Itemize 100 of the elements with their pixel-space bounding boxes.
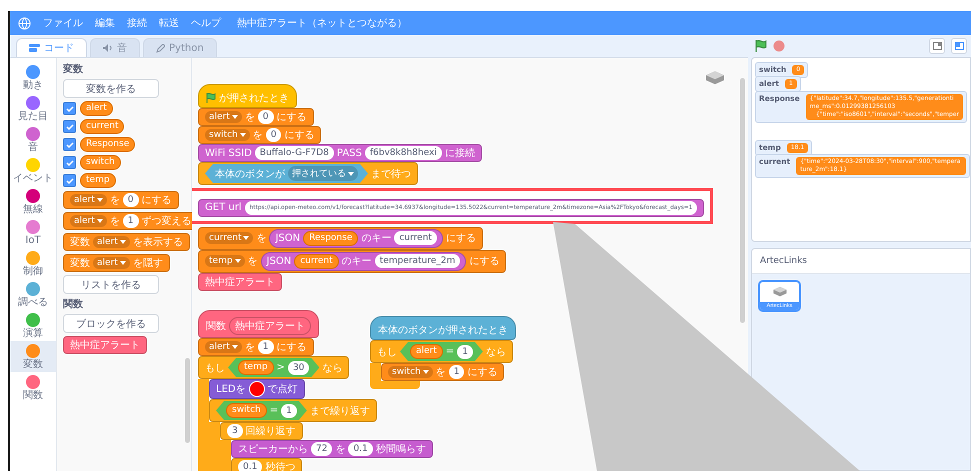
stack-block[interactable]: 本体のボタンが 押されている まで待つ	[198, 162, 418, 185]
value-input[interactable]: f6bv8k8h8hexi	[364, 146, 442, 160]
make-block-button[interactable]: ブロックを作る	[63, 314, 159, 333]
value-input[interactable]: 0	[122, 193, 139, 207]
stack-block[interactable]: temp を JSON current のキー temperature_2m にする	[198, 250, 506, 272]
block-label: 熱中症アラート	[70, 338, 140, 352]
block-label: を	[436, 366, 446, 379]
reporter-block[interactable]: JSON Response のキー current	[269, 228, 443, 248]
dropdown-menu[interactable]: alert	[93, 257, 130, 269]
stack-block[interactable]: alert を 0 にする	[63, 191, 179, 209]
condition-block[interactable]: temp > 30	[228, 358, 320, 377]
c-block[interactable]: もし temp > 30 なら	[198, 356, 350, 379]
dropdown-menu[interactable]: alert	[205, 341, 242, 353]
stack-block[interactable]: LEDを で点灯	[209, 379, 305, 399]
category-label: 演算	[23, 328, 43, 339]
condition-block[interactable]: 本体のボタンが 押されている	[205, 164, 368, 183]
scrollbar[interactable]	[740, 78, 745, 323]
block-label: もし	[377, 346, 397, 358]
checkbox[interactable]	[63, 102, 76, 115]
value-input[interactable]: 0	[258, 110, 274, 124]
value-input[interactable]: 1	[448, 365, 464, 379]
category-label: IoT	[25, 235, 41, 246]
stack-block[interactable]: 変数 alert を表示する	[63, 233, 190, 251]
define-block[interactable]: 関数 熱中症アラート	[198, 310, 319, 338]
device-icon	[772, 286, 788, 297]
value-input[interactable]: 1	[457, 344, 473, 358]
menu-item[interactable]: ファイル	[43, 16, 83, 30]
dropdown-menu[interactable]: alert	[205, 111, 242, 123]
globe-icon[interactable]	[18, 16, 31, 30]
value-input[interactable]: 72	[311, 442, 332, 456]
menu-item[interactable]: ヘルプ	[191, 16, 221, 30]
menu-item[interactable]: 編集	[95, 16, 115, 30]
category-label: 無線	[23, 204, 43, 215]
device-icon	[704, 70, 726, 86]
dropdown-menu[interactable]: switch	[205, 129, 250, 141]
block-label: WiFi SSID	[205, 148, 252, 158]
stack-block[interactable]: alert を 1 にする	[198, 338, 314, 356]
block-label: にする	[276, 111, 307, 124]
block-label: にする	[446, 232, 476, 245]
color-swatch[interactable]	[248, 381, 265, 397]
value-input[interactable]: 30	[288, 360, 310, 374]
value-input[interactable]: 0.1	[238, 460, 262, 471]
value-input[interactable]: 1	[281, 404, 297, 418]
c-block[interactable]: 3 回繰り返す	[220, 422, 303, 440]
stack-block[interactable]: alert を 0 にする	[198, 108, 314, 126]
checkmark-icon	[66, 160, 74, 166]
stack-block[interactable]: WiFi SSID Buffalo-G-F7D8 PASS f6bv8k8h8hexi に接続	[198, 144, 482, 162]
category-item[interactable]: 変数	[10, 341, 56, 372]
stack-block[interactable]: 変数 alert を隠す	[63, 254, 170, 272]
stack-block[interactable]: 熱中症アラート	[63, 336, 147, 354]
small-stage-button[interactable]	[929, 38, 945, 54]
dropdown-menu[interactable]: alert	[93, 236, 130, 248]
make-list-button[interactable]: リストを作る	[63, 275, 159, 294]
value-input[interactable]: 0	[266, 128, 282, 142]
dropdown-menu[interactable]: alert	[70, 194, 107, 206]
value-input[interactable]: Buffalo-G-F7D8	[254, 146, 334, 160]
block-label: 本体のボタンが押されたとき	[378, 324, 508, 337]
stack-block[interactable]: switch を 1 にする	[381, 363, 504, 381]
value-input[interactable]: 1	[258, 340, 274, 354]
value-input[interactable]: 0.1	[348, 442, 373, 456]
editor-tab[interactable]: コード	[16, 38, 87, 57]
block-label: 変数	[70, 236, 90, 249]
dropdown-menu[interactable]: current	[205, 232, 254, 244]
large-stage-button[interactable]	[951, 38, 967, 54]
stop-icon[interactable]	[773, 40, 785, 52]
menu-item[interactable]: 接続	[127, 16, 147, 30]
stack-block[interactable]: current を JSON Response のキー current にする	[198, 226, 483, 250]
block-label: にする	[276, 341, 307, 354]
value-input[interactable]: 3	[227, 424, 243, 438]
dropdown-menu[interactable]: switch	[388, 366, 433, 378]
condition-block[interactable]: alert = 1	[400, 342, 483, 361]
checkbox[interactable]	[63, 138, 76, 151]
dropdown-menu[interactable]: 押されている	[288, 166, 358, 181]
value-input[interactable]: temperature_2m	[374, 254, 460, 268]
checkbox[interactable]	[63, 120, 76, 133]
checkbox[interactable]	[63, 174, 76, 187]
checkbox[interactable]	[63, 156, 76, 169]
dropdown-menu[interactable]: temp	[205, 255, 245, 267]
block-label: で点灯	[268, 382, 298, 396]
c-block[interactable]: switch = 1 まで繰り返す	[209, 399, 377, 422]
menu-item[interactable]: 転送	[159, 16, 179, 30]
condition-block[interactable]: switch = 1	[216, 401, 307, 420]
caret-icon	[232, 115, 238, 119]
block-label: JSON	[266, 256, 292, 266]
stack-block[interactable]: switch を 0 にする	[198, 126, 322, 144]
category-label: 見た目	[18, 111, 48, 122]
stack-block[interactable]: 熱中症アラート	[198, 272, 282, 290]
caret-icon	[422, 370, 429, 374]
make-variable-button[interactable]: 変数を作る	[63, 79, 159, 98]
stack-block[interactable]: スピーカーから 72 を 0.1 秒間鳴らす	[231, 440, 433, 458]
reporter-block[interactable]: 熱中症アラート	[229, 317, 311, 335]
block-label: ずつ変える	[142, 214, 192, 228]
reporter-block[interactable]: JSON current のキー temperature_2m	[260, 252, 466, 270]
scrollbar[interactable]	[185, 358, 190, 443]
value-input[interactable]: 1	[122, 214, 139, 228]
block-label: =	[446, 346, 454, 357]
category-label: イベント	[13, 173, 53, 184]
value-input[interactable]: current	[394, 231, 437, 245]
c-block[interactable]: もし alert = 1 なら	[370, 340, 513, 363]
dropdown-menu[interactable]: alert	[70, 215, 107, 227]
